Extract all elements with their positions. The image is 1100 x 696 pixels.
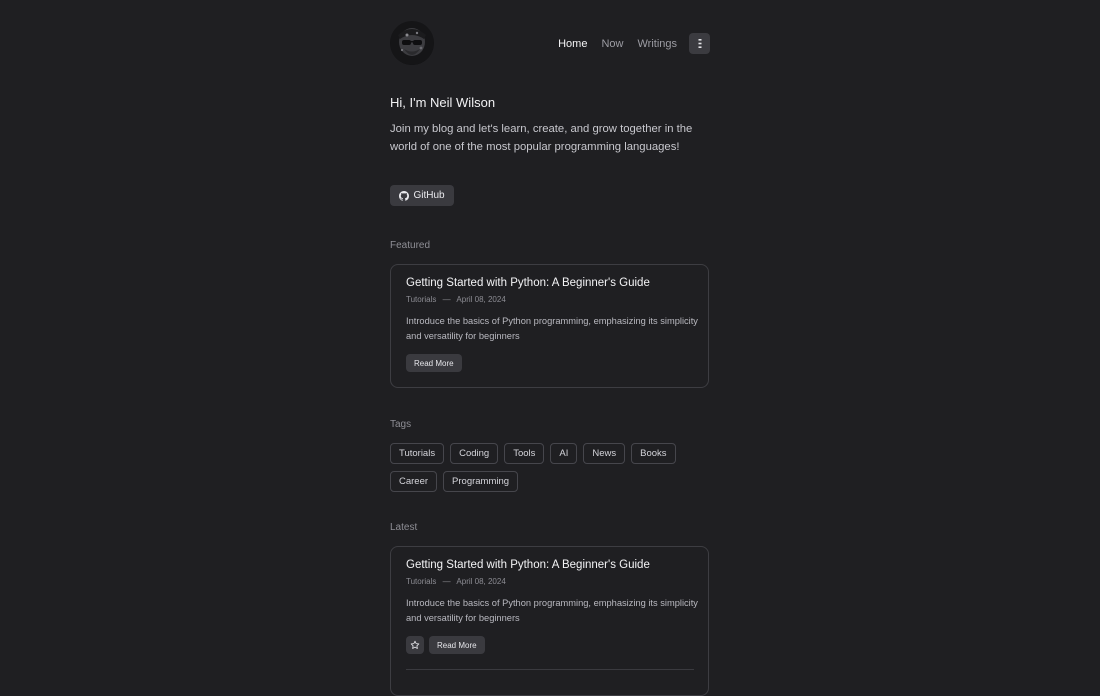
tag-tutorials[interactable]: Tutorials — [390, 443, 445, 464]
avatar[interactable] — [390, 21, 434, 65]
menu-dots-icon — [698, 39, 701, 48]
favorite-button[interactable] — [406, 636, 424, 654]
avatar-image — [390, 21, 434, 65]
latest-section-label: Latest — [390, 522, 418, 533]
read-more-button[interactable]: Read More — [429, 636, 485, 654]
featured-post-card[interactable]: Getting Started with Python: A Beginner'… — [390, 264, 709, 388]
intro-text: Join my blog and let's learn, create, an… — [390, 123, 693, 153]
post-date: April 08, 2024 — [456, 577, 506, 586]
tag-tools[interactable]: Tools — [504, 443, 545, 464]
post-meta: Tutorials — April 08, 2024 — [406, 295, 506, 304]
tag-career[interactable]: Career — [390, 471, 438, 492]
site-header: Home Now Writings — [390, 21, 710, 66]
nav-now-link[interactable]: Now — [601, 38, 623, 50]
tag-news[interactable]: News — [583, 443, 626, 464]
card-divider — [406, 669, 694, 670]
tags-section-label: Tags — [390, 419, 412, 430]
main-nav: Home Now Writings — [558, 33, 710, 54]
post-title[interactable]: Getting Started with Python: A Beginner'… — [406, 559, 650, 571]
post-description: Introduce the basics of Python programmi… — [406, 316, 698, 341]
post-meta: Tutorials — April 08, 2024 — [406, 577, 506, 586]
post-category[interactable]: Tutorials — [406, 295, 436, 304]
github-button[interactable]: GitHub — [390, 185, 454, 206]
featured-section-label: Featured — [390, 240, 431, 251]
nav-writings-link[interactable]: Writings — [637, 38, 677, 50]
intro-heading: Hi, I'm Neil Wilson — [390, 95, 496, 110]
github-icon — [399, 190, 410, 201]
post-title[interactable]: Getting Started with Python: A Beginner'… — [406, 277, 650, 289]
tag-ai[interactable]: AI — [550, 443, 578, 464]
tag-coding[interactable]: Coding — [450, 443, 499, 464]
star-icon — [410, 640, 420, 649]
meta-separator: — — [442, 577, 451, 586]
menu-button[interactable] — [689, 33, 710, 54]
read-more-button[interactable]: Read More — [406, 354, 462, 372]
tag-books[interactable]: Books — [631, 443, 676, 464]
tag-list: Tutorials Coding Tools AI News Books Car… — [390, 443, 710, 492]
nav-home-link[interactable]: Home — [558, 38, 587, 50]
github-label: GitHub — [413, 190, 445, 201]
post-date: April 08, 2024 — [456, 295, 506, 304]
meta-separator: — — [442, 295, 451, 304]
post-description: Introduce the basics of Python programmi… — [406, 598, 698, 623]
latest-post-card[interactable]: Getting Started with Python: A Beginner'… — [390, 546, 709, 696]
tag-programming[interactable]: Programming — [443, 471, 519, 492]
post-category[interactable]: Tutorials — [406, 577, 436, 586]
